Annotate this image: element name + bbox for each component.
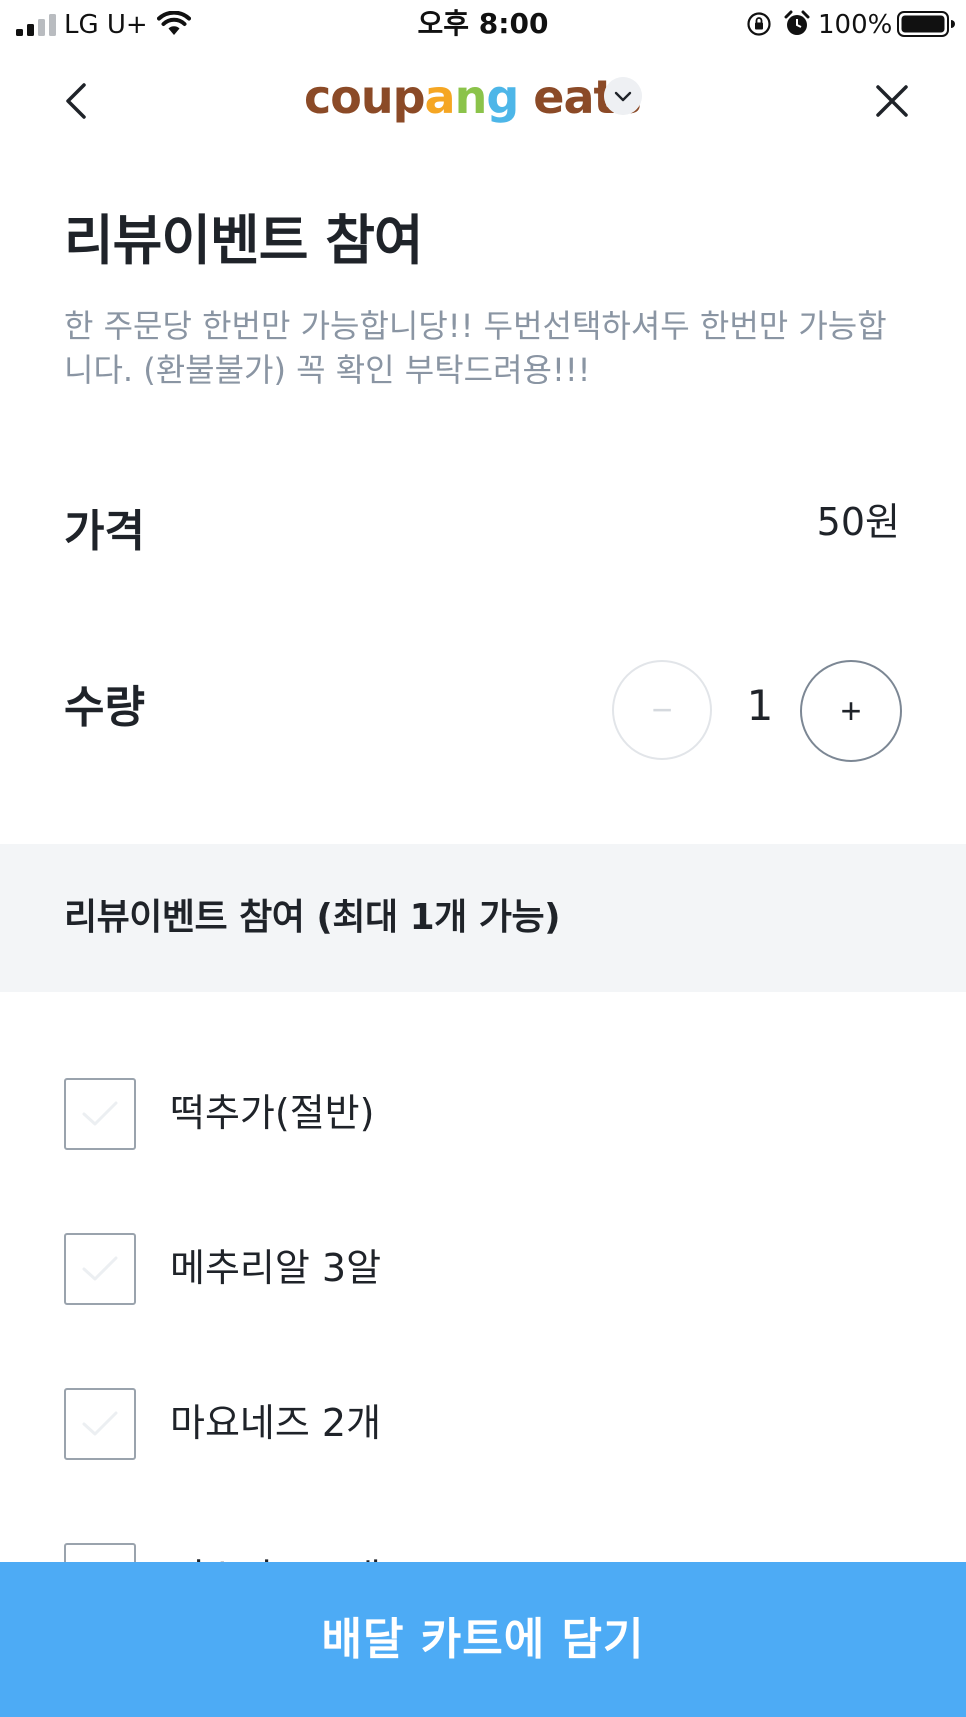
- quantity-decrease-button[interactable]: −: [612, 660, 712, 760]
- option-group-title: 리뷰이벤트 참여 (최대 1개 가능): [64, 897, 561, 938]
- option-checkbox[interactable]: [64, 1388, 136, 1460]
- battery-icon: [897, 11, 955, 37]
- coupang-eats-logo: coupang eats: [304, 67, 642, 127]
- alarm-icon: [784, 10, 810, 35]
- check-icon: [82, 1411, 118, 1436]
- option-item[interactable]: 마요네즈 2개: [0, 1368, 966, 1478]
- orientation-lock-icon: [747, 12, 771, 36]
- status-bar: LG U+ 오후 8:00 100%: [0, 0, 966, 50]
- option-label: 떡추가(절반): [170, 1091, 375, 1135]
- option-checkbox[interactable]: [64, 1078, 136, 1150]
- menu-option-page: LG U+ 오후 8:00 100% coupang eats 리뷰이벤트 참여…: [0, 0, 966, 1717]
- logo-text-coup: coup: [304, 70, 426, 124]
- check-icon: [82, 1101, 118, 1126]
- menu-title: 리뷰이벤트 참여: [64, 209, 424, 272]
- logo-text-n: n: [454, 70, 488, 124]
- navigation-bar: coupang eats: [0, 55, 966, 145]
- quantity-label: 수량: [64, 682, 145, 733]
- option-checkbox[interactable]: [64, 1233, 136, 1305]
- price-value: 50원: [816, 500, 900, 544]
- option-item[interactable]: 메추리알 3알: [0, 1213, 966, 1323]
- battery-percent: 100%: [818, 10, 893, 40]
- logo-text-a: a: [424, 70, 456, 124]
- quantity-increase-button[interactable]: +: [800, 660, 902, 762]
- price-label: 가격: [64, 506, 145, 557]
- chevron-down-icon[interactable]: [604, 77, 642, 115]
- quantity-value: 1: [746, 681, 774, 730]
- close-icon[interactable]: [864, 73, 920, 129]
- option-item[interactable]: 떡추가(절반): [0, 1058, 966, 1168]
- option-label: 메추리알 3알: [170, 1246, 382, 1290]
- logo-text-g: g: [486, 70, 519, 124]
- add-to-cart-button[interactable]: 배달 카트에 담기: [0, 1562, 966, 1717]
- back-arrow-icon[interactable]: [50, 73, 106, 129]
- check-icon: [82, 1256, 118, 1281]
- option-group-header: 리뷰이벤트 참여 (최대 1개 가능): [0, 844, 966, 992]
- menu-description: 한 주문당 한번만 가능합니당!! 두번선택하셔두 한번만 가능합니다. (환불…: [64, 307, 887, 389]
- option-label: 마요네즈 2개: [170, 1401, 382, 1445]
